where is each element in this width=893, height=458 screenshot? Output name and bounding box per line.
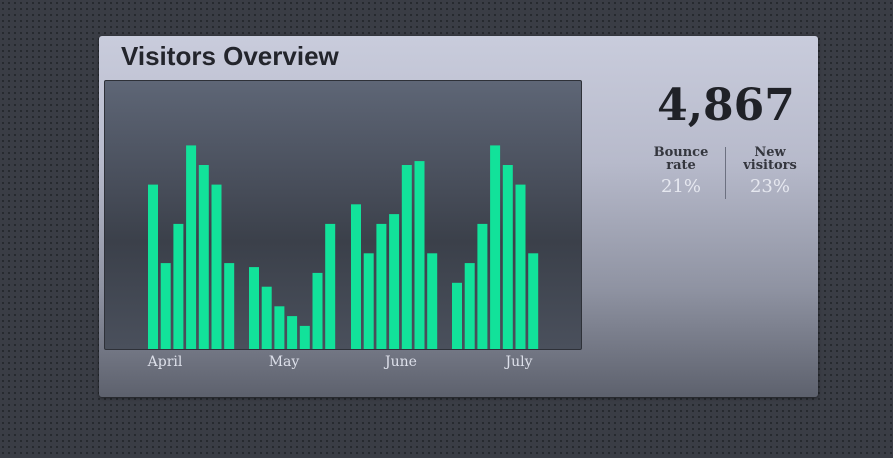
bar-chart-svg — [148, 145, 539, 349]
bar-may-1 — [249, 267, 259, 349]
bar-july-3 — [477, 223, 488, 349]
bar-july-7 — [528, 253, 539, 349]
bar-june-1 — [351, 204, 361, 349]
bar-june-3 — [376, 223, 387, 349]
bounce-rate-stat: Bounce rate 21% — [636, 146, 726, 197]
x-tick-label-april: April — [147, 354, 183, 370]
bounce-rate-value: 21% — [660, 176, 701, 197]
bar-july-4 — [490, 145, 501, 349]
panel-title: Visitors Overview — [121, 41, 339, 71]
new-visitors-value: 23% — [749, 176, 790, 197]
new-visitors-stat: New visitors 23% — [725, 146, 815, 197]
bar-may-2 — [261, 286, 272, 349]
visitors-overview-panel: Visitors Overview April May June July 4,867… — [99, 36, 818, 397]
bar-june-5 — [401, 165, 412, 349]
new-visitors-label: New visitors — [725, 146, 815, 172]
bar-may-3 — [274, 306, 285, 349]
bar-july-5 — [502, 165, 513, 349]
bar-may-5 — [299, 325, 310, 349]
bar-june-7 — [427, 253, 438, 349]
bar-july-6 — [515, 184, 526, 349]
bar-april-5 — [198, 165, 209, 349]
bar-april-4 — [186, 145, 197, 349]
bar-april-3 — [173, 223, 184, 349]
bar-june-6 — [414, 161, 425, 349]
bar-june-2 — [363, 253, 374, 349]
bar-july-2 — [464, 263, 475, 349]
total-visitors-value: 4,867 — [657, 80, 795, 131]
bar-april-7 — [224, 263, 235, 349]
bar-may-7 — [325, 223, 336, 349]
x-tick-label-july: July — [505, 354, 533, 370]
bar-chart — [104, 80, 582, 350]
x-tick-label-june: June — [385, 354, 417, 370]
bar-may-4 — [287, 316, 298, 349]
bar-april-2 — [160, 263, 171, 349]
bar-may-6 — [312, 272, 323, 349]
bar-april-6 — [211, 184, 222, 349]
bar-april-1 — [148, 184, 158, 349]
new-visitors-label-line-2: visitors — [743, 158, 797, 173]
bar-july-1 — [452, 282, 462, 349]
x-tick-label-may: May — [268, 354, 300, 370]
bounce-rate-label: Bounce rate — [636, 146, 726, 172]
bar-june-4 — [389, 214, 400, 349]
bounce-rate-label-line-2: rate — [666, 158, 696, 173]
